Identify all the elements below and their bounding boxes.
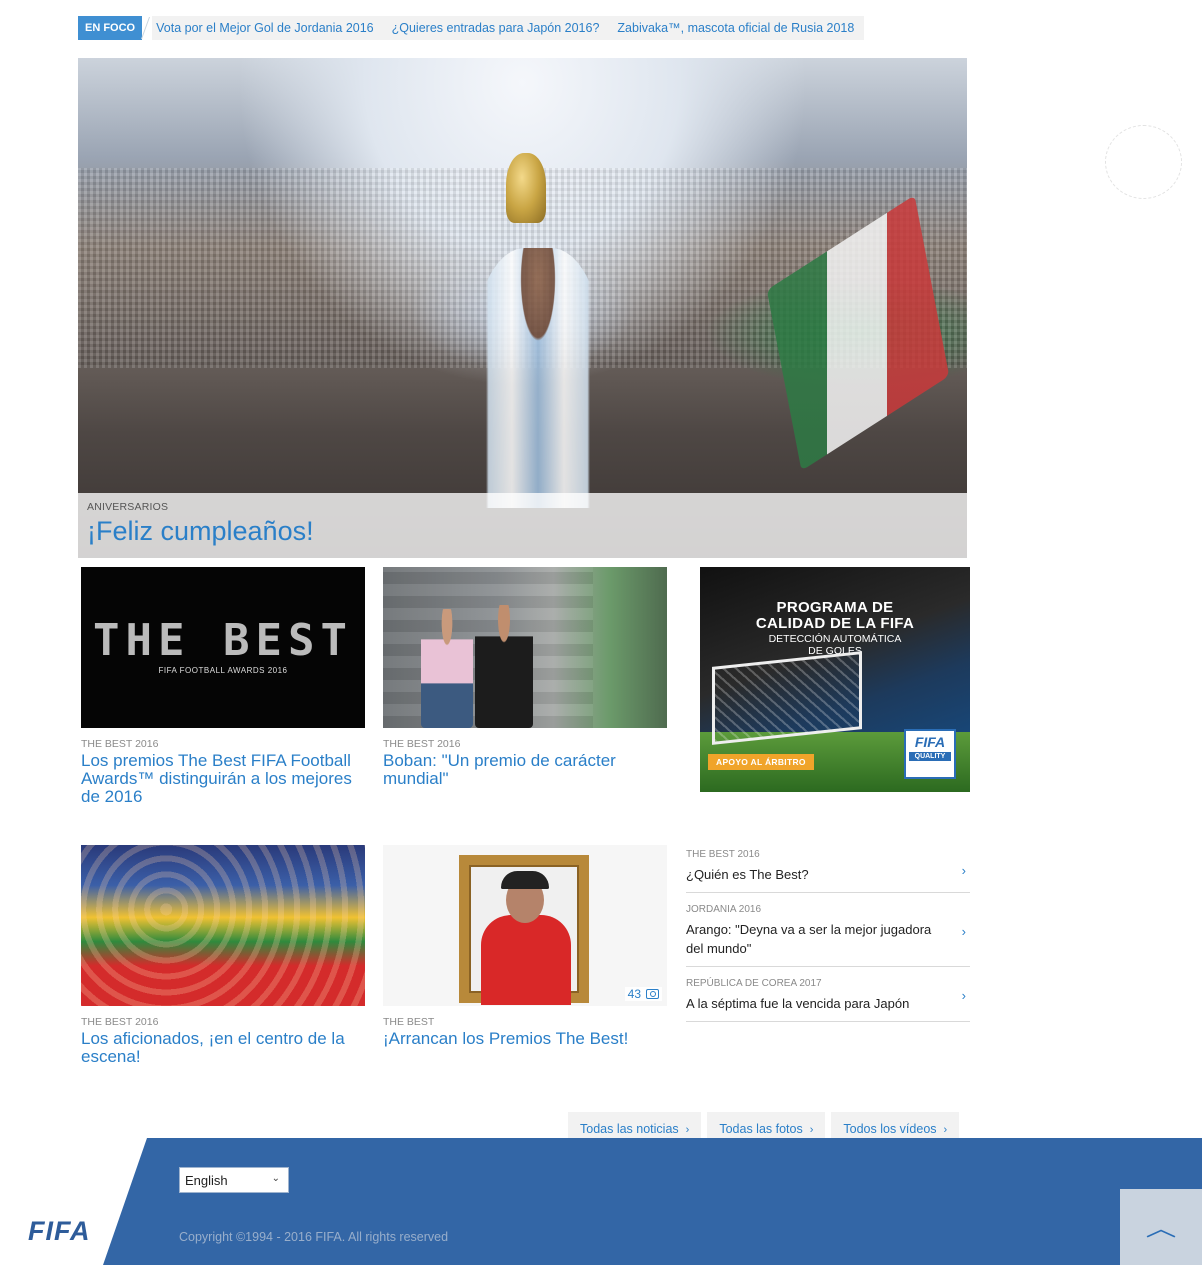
card-title[interactable]: Los aficionados, ¡en el centro de la esc… — [81, 1030, 366, 1066]
card-image-gallery[interactable]: 43 — [383, 845, 667, 1006]
person-cap — [501, 871, 549, 889]
side-news-category: THE BEST 2016 — [686, 849, 760, 860]
all-videos-link[interactable]: Todos los vídeos › — [831, 1112, 960, 1138]
ad-title-line-1: PROGRAMA DE — [776, 599, 894, 616]
person-figure — [421, 609, 473, 728]
all-photos-link[interactable]: Todas las fotos › — [707, 1112, 826, 1138]
card-title[interactable]: ¡Arrancan los Premios The Best! — [383, 1030, 668, 1048]
chevron-up-icon: ︿ — [1145, 1216, 1177, 1241]
back-to-top-button[interactable]: ︿ — [1120, 1189, 1202, 1265]
card-image-the-best-logo[interactable]: THE BEST FIFA FOOTBALL AWARDS 2016 — [81, 567, 365, 728]
news-card-boban[interactable]: THE BEST 2016 Boban: "Un premio de carác… — [383, 567, 668, 788]
the-best-logo-subtext: FIFA FOOTBALL AWARDS 2016 — [158, 665, 288, 675]
ad-tag: APOYO AL ÁRBITRO — [708, 754, 814, 770]
hero-article[interactable]: ANIVERSARIOS ¡Feliz cumpleaños! — [78, 58, 967, 558]
all-photos-label: Todas las fotos — [719, 1122, 803, 1136]
fifa-logo[interactable]: FIFA — [28, 1216, 91, 1247]
the-best-logo-text: THE BEST — [93, 614, 353, 666]
hero-caption: ANIVERSARIOS ¡Feliz cumpleaños! — [78, 493, 967, 558]
ad-goal-image — [712, 651, 862, 745]
en-foco-link-entradas-japon[interactable]: ¿Quieres entradas para Japón 2016? — [392, 21, 600, 35]
en-foco-link-zabivaka[interactable]: Zabivaka™, mascota oficial de Rusia 2018 — [617, 21, 854, 35]
card-image-fans[interactable] — [81, 845, 365, 1006]
side-news-title[interactable]: A la séptima fue la vencida para Japón — [686, 994, 952, 1013]
language-selected: English — [185, 1172, 228, 1188]
en-foco-link-mejor-gol[interactable]: Vota por el Mejor Gol de Jordania 2016 — [156, 21, 374, 35]
side-news-item[interactable]: THE BEST 2016 ¿Quién es The Best? › — [686, 845, 970, 893]
page-footer: FIFA English ⌄ Copyright ©1994 - 2016 FI… — [0, 1138, 1202, 1265]
photo-count: 43 — [627, 987, 641, 1001]
side-news-category: REPÚBLICA DE COREA 2017 — [686, 978, 822, 989]
fifa-quality-logo-main: FIFA — [914, 734, 946, 750]
all-news-label: Todas las noticias — [580, 1122, 679, 1136]
ad-title-line-2: CALIDAD DE LA FIFA — [755, 615, 915, 632]
news-card-the-best-awards[interactable]: THE BEST FIFA FOOTBALL AWARDS 2016 THE B… — [81, 567, 366, 806]
news-card-arrancan-premios[interactable]: 43 THE BEST ¡Arrancan los Premios The Be… — [383, 845, 668, 1048]
person-figure — [481, 915, 571, 1005]
ad-title: PROGRAMA DE CALIDAD DE LA FIFA — [700, 600, 970, 632]
hero-player-image — [473, 248, 603, 508]
chevron-right-icon[interactable]: › — [962, 988, 966, 1003]
copyright-text: Copyright ©1994 - 2016 FIFA. All rights … — [179, 1230, 449, 1244]
loading-spinner-icon — [1105, 125, 1182, 199]
side-news-list: THE BEST 2016 ¿Quién es The Best? › JORD… — [686, 845, 970, 1022]
fans-crowd-image — [81, 845, 365, 1006]
person-figure — [475, 605, 533, 728]
chevron-right-icon[interactable]: › — [962, 924, 966, 939]
en-foco-badge: EN FOCO — [78, 16, 143, 40]
card-title[interactable]: Los premios The Best FIFA Football Award… — [81, 752, 366, 806]
chevron-right-icon[interactable]: › — [962, 863, 966, 878]
chevron-right-icon: › — [943, 1124, 948, 1136]
side-news-item[interactable]: REPÚBLICA DE COREA 2017 A la séptima fue… — [686, 967, 970, 1022]
chevron-right-icon: › — [685, 1124, 690, 1136]
all-news-link[interactable]: Todas las noticias › — [568, 1112, 702, 1138]
en-foco-separator — [142, 15, 152, 40]
card-title[interactable]: Boban: "Un premio de carácter mundial" — [383, 752, 668, 788]
en-foco-links: Vota por el Mejor Gol de Jordania 2016 ¿… — [152, 16, 865, 40]
side-news-category: JORDANIA 2016 — [686, 904, 762, 915]
card-image-boban[interactable] — [383, 567, 667, 728]
side-news-item[interactable]: JORDANIA 2016 Arango: "Deyna va a ser la… — [686, 893, 970, 967]
news-card-aficionados[interactable]: THE BEST 2016 Los aficionados, ¡en el ce… — [81, 845, 366, 1066]
language-select[interactable]: English ⌄ — [179, 1167, 289, 1193]
card-category: THE BEST 2016 — [81, 738, 159, 750]
en-foco-bar: EN FOCO Vota por el Mejor Gol de Jordani… — [78, 15, 865, 40]
fifa-quality-logo: FIFA QUALITY — [904, 729, 956, 779]
fifa-quality-logo-sub: QUALITY — [909, 752, 951, 761]
chevron-right-icon: › — [809, 1124, 814, 1136]
side-news-title[interactable]: Arango: "Deyna va a ser la mejor jugador… — [686, 920, 952, 958]
fifa-quality-ad-banner[interactable]: PROGRAMA DE CALIDAD DE LA FIFA DETECCIÓN… — [700, 567, 970, 792]
all-videos-label: Todos los vídeos — [843, 1122, 937, 1136]
ad-subtitle-line-1: DETECCIÓN AUTOMÁTICA — [768, 633, 902, 645]
hero-title[interactable]: ¡Feliz cumpleaños! — [87, 516, 958, 547]
camera-icon — [646, 989, 659, 999]
side-news-title[interactable]: ¿Quién es The Best? — [686, 865, 952, 884]
photo-count-badge: 43 — [624, 987, 662, 1001]
hero-trophy-image — [506, 153, 546, 223]
card-category: THE BEST 2016 — [81, 1016, 159, 1028]
hero-category: ANIVERSARIOS — [87, 501, 169, 513]
chevron-down-icon: ⌄ — [271, 1173, 280, 1184]
card-category: THE BEST 2016 — [383, 738, 461, 750]
section-links-bar: Todas las noticias › Todas las fotos › Tod… — [562, 1112, 960, 1138]
card-category: THE BEST — [383, 1016, 435, 1028]
